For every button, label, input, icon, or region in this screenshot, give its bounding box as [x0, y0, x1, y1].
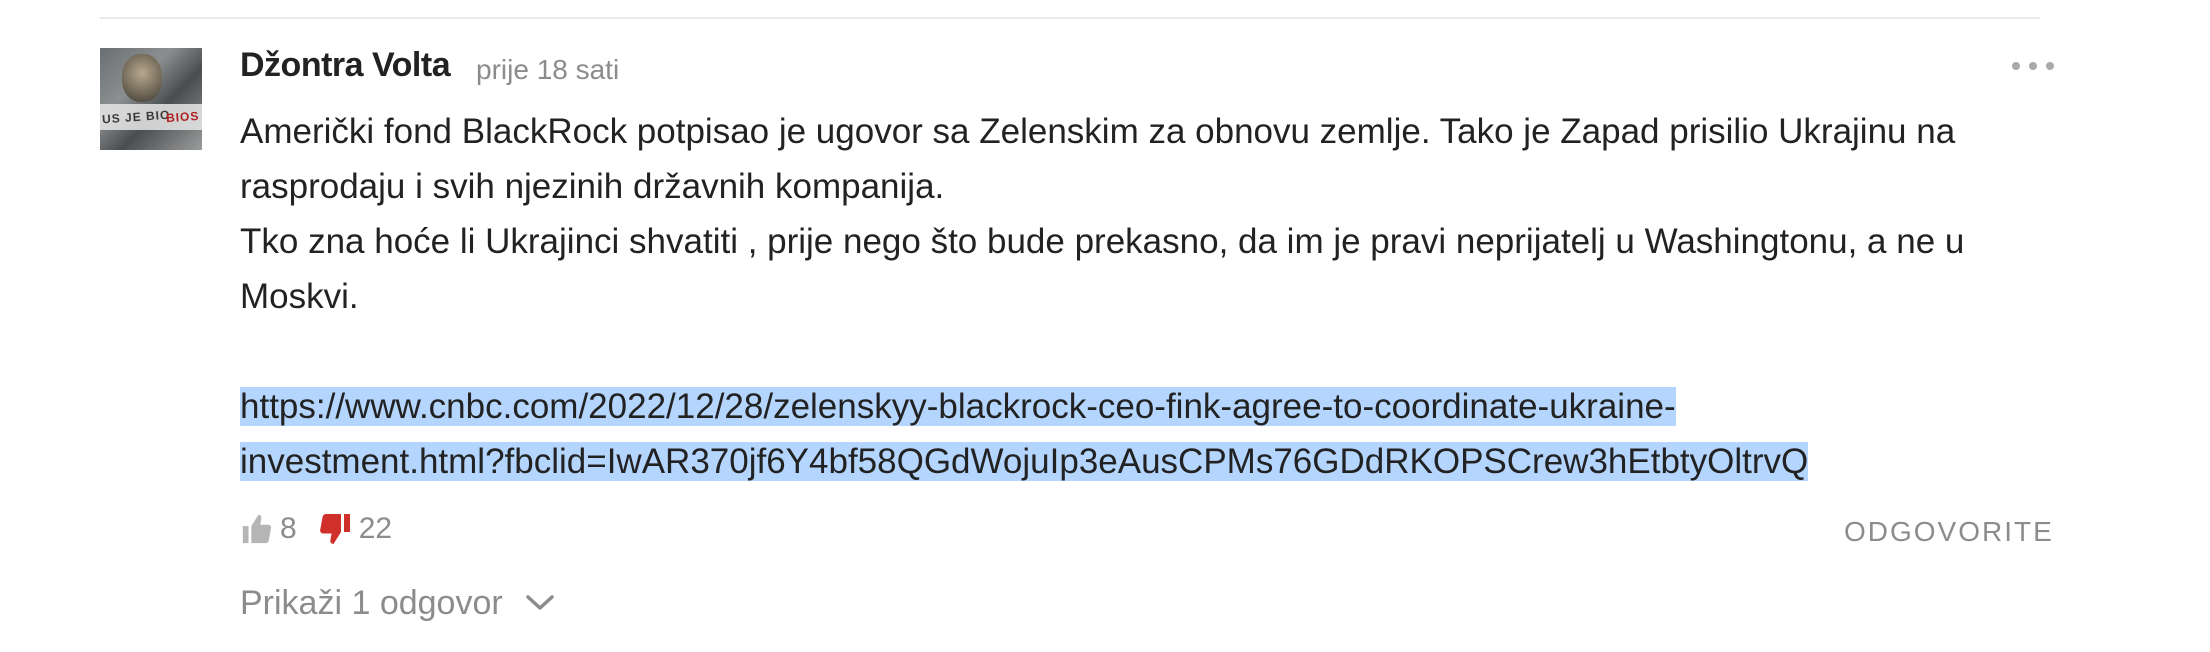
show-replies-label: Prikaži 1 odgovor [240, 584, 503, 622]
avatar-banner-text-red: BIOS [165, 108, 200, 126]
comment-link-line-1: https://www.cnbc.com/2022/12/28/zelensky… [240, 387, 1676, 426]
avatar-face [122, 54, 162, 102]
comment-body: Američki fond BlackRock potpisao je ugov… [240, 104, 2040, 489]
author-name[interactable]: Džontra Volta [240, 46, 451, 85]
comment-link-paragraph: https://www.cnbc.com/2022/12/28/zelensky… [240, 379, 2040, 489]
comment-link[interactable]: https://www.cnbc.com/2022/12/28/zelensky… [240, 387, 1809, 481]
reply-button[interactable]: ODGOVORITE [1844, 516, 2054, 548]
downvote-count: 22 [358, 512, 393, 545]
more-horizontal-icon [2012, 62, 2020, 70]
thumbs-up-icon [240, 512, 274, 546]
comment-paragraph: Američki fond BlackRock potpisao je ugov… [240, 112, 1956, 206]
vote-bar: 8 22 [240, 504, 392, 554]
comment: US JE BIO BIOS Džontra Volta prije 18 sa… [0, 0, 2210, 652]
upvote-button[interactable]: 8 [240, 512, 297, 546]
chevron-down-icon [525, 593, 555, 618]
more-options-button[interactable] [2012, 58, 2054, 74]
more-dot [2046, 62, 2054, 70]
comment-link-line-2: investment.html?fbclid=IwAR370jf6Y4bf58Q… [240, 442, 1809, 481]
upvote-count: 8 [280, 512, 297, 545]
avatar[interactable]: US JE BIO BIOS [100, 48, 202, 150]
comment-paragraph: Tko zna hoće li Ukrajinci shvatiti , pri… [240, 222, 1965, 316]
comment-timestamp[interactable]: prije 18 sati [476, 54, 619, 86]
more-dot [2029, 62, 2037, 70]
show-replies-button[interactable]: Prikaži 1 odgovor [240, 584, 555, 623]
thumbs-down-icon [317, 511, 353, 547]
downvote-button[interactable]: 22 [317, 511, 392, 547]
